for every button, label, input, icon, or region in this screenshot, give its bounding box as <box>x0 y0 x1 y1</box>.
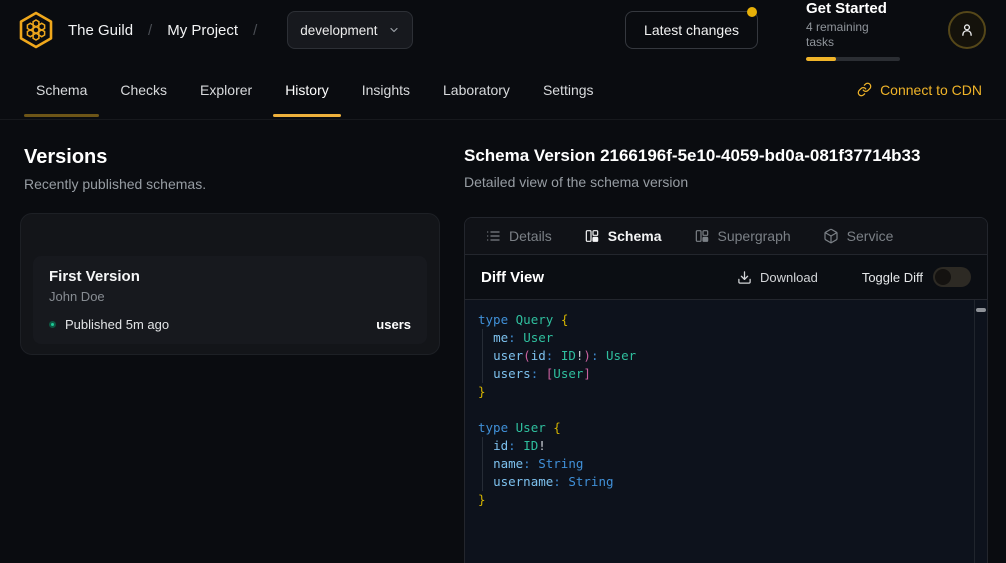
schema-version-tabs: Details Schema Supergraph Service <box>465 218 987 255</box>
connect-to-cdn-button[interactable]: Connect to CDN <box>857 82 982 98</box>
schema-version-title: Schema Version 2166196f-5e10-4059-bd0a-0… <box>464 146 994 166</box>
tab-underline-indicator <box>24 114 99 117</box>
code-line: type Query { <box>478 311 961 329</box>
schema-tab-label: Schema <box>608 228 662 244</box>
indent-guide <box>482 455 483 473</box>
version-status: Published 5m ago <box>65 317 169 332</box>
nav-tab-insights[interactable]: Insights <box>350 60 422 119</box>
code-line: me: User <box>478 329 961 347</box>
code-line: } <box>478 383 961 401</box>
breadcrumb-separator: / <box>148 22 152 39</box>
indent-guide <box>482 437 483 455</box>
columns-icon <box>584 228 600 244</box>
columns-icon <box>694 228 710 244</box>
code-scrollbar[interactable] <box>974 300 987 563</box>
versions-subtitle: Recently published schemas. <box>24 176 440 192</box>
environment-select[interactable]: development <box>287 11 412 49</box>
download-label: Download <box>760 270 818 285</box>
user-avatar[interactable] <box>948 11 986 49</box>
schema-tab-supergraph[interactable]: Supergraph <box>694 228 791 244</box>
chevron-down-icon <box>388 24 400 36</box>
cube-icon <box>823 228 839 244</box>
published-status-icon <box>49 321 56 328</box>
breadcrumb-org[interactable]: The Guild <box>68 22 133 39</box>
schema-sdl-code: type Query { me: User user(id: ID!): Use… <box>465 300 987 563</box>
latest-changes-label: Latest changes <box>644 22 739 38</box>
nav-tab-history[interactable]: History <box>273 60 341 119</box>
get-started-widget[interactable]: Get Started 4 remaining tasks <box>806 0 900 61</box>
versions-header: Versions Recently published schemas. <box>24 146 440 192</box>
nav-tab-label: Checks <box>120 82 167 98</box>
nav-tab-label: Settings <box>543 82 594 98</box>
nav-tab-label: Explorer <box>200 82 252 98</box>
code-line: } <box>478 491 961 509</box>
schema-version-subtitle: Detailed view of the schema version <box>464 174 994 190</box>
nav-tab-schema[interactable]: Schema <box>24 60 99 119</box>
code-line: username: String <box>478 473 961 491</box>
tab-underline-indicator <box>273 114 341 117</box>
environment-select-value: development <box>300 23 377 38</box>
nav-tab-label: Schema <box>36 82 87 98</box>
versions-list: First Version John Doe Published 5m ago use… <box>33 256 427 344</box>
schema-tab-schema[interactable]: Schema <box>584 228 662 244</box>
breadcrumb-project[interactable]: My Project <box>167 22 238 39</box>
code-line: id: ID! <box>478 437 961 455</box>
indent-guide <box>482 329 483 347</box>
nav-tab-settings[interactable]: Settings <box>531 60 606 119</box>
toggle-diff-switch[interactable] <box>933 267 971 287</box>
latest-changes-button[interactable]: Latest changes <box>625 11 758 49</box>
nav-tab-checks[interactable]: Checks <box>108 60 179 119</box>
code-line: type User { <box>478 419 961 437</box>
schema-tab-label: Service <box>847 228 894 244</box>
code-line <box>478 401 961 419</box>
schema-version-panel: Details Schema Supergraph Service Diff View… <box>464 217 988 563</box>
download-button[interactable]: Download <box>737 270 818 285</box>
get-started-subtitle: 4 remaining tasks <box>806 20 900 50</box>
versions-list-card: First Version John Doe Published 5m ago use… <box>20 213 440 355</box>
code-scrollbar-thumb[interactable] <box>976 308 986 312</box>
toggle-diff-label: Toggle Diff <box>862 270 923 285</box>
nav-tab-explorer[interactable]: Explorer <box>188 60 264 119</box>
indent-guide <box>482 347 483 365</box>
schema-tab-service[interactable]: Service <box>823 228 894 244</box>
versions-title: Versions <box>24 146 440 168</box>
version-list-item[interactable]: First Version John Doe Published 5m ago use… <box>33 256 427 344</box>
diff-toolbar: Diff View Download Toggle Diff <box>465 255 987 300</box>
version-service-badge: users <box>376 317 411 332</box>
schema-tab-label: Details <box>509 228 552 244</box>
code-line: name: String <box>478 455 961 473</box>
nav-tab-label: History <box>285 82 329 98</box>
list-icon <box>485 228 501 244</box>
nav-tabs: Schema Checks Explorer History Insights Labor… <box>24 60 606 119</box>
diff-view-title: Diff View <box>481 269 544 286</box>
nav-tab-label: Laboratory <box>443 82 510 98</box>
version-name: First Version <box>49 268 411 286</box>
nav-tab-laboratory[interactable]: Laboratory <box>431 60 522 119</box>
notification-dot <box>747 7 757 17</box>
hive-logo-icon[interactable] <box>16 10 56 50</box>
nav-tab-label: Insights <box>362 82 410 98</box>
code-line: user(id: ID!): User <box>478 347 961 365</box>
schema-version-header: Schema Version 2166196f-5e10-4059-bd0a-0… <box>464 146 994 190</box>
project-nav: Schema Checks Explorer History Insights Labor… <box>0 60 1006 120</box>
indent-guide <box>482 365 483 383</box>
top-header: The Guild / My Project / development Lat… <box>0 0 1006 60</box>
version-author: John Doe <box>49 289 411 304</box>
code-line: users: [User] <box>478 365 961 383</box>
get-started-title: Get Started <box>806 0 900 18</box>
link-icon <box>857 82 872 97</box>
download-icon <box>737 270 752 285</box>
toggle-knob <box>935 269 951 285</box>
indent-guide <box>482 473 483 491</box>
version-status-row: Published 5m ago users <box>49 317 411 332</box>
schema-tab-details[interactable]: Details <box>485 228 552 244</box>
breadcrumb-separator: / <box>253 22 257 39</box>
person-icon <box>958 21 976 39</box>
schema-tab-label: Supergraph <box>718 228 791 244</box>
connect-to-cdn-label: Connect to CDN <box>880 82 982 98</box>
